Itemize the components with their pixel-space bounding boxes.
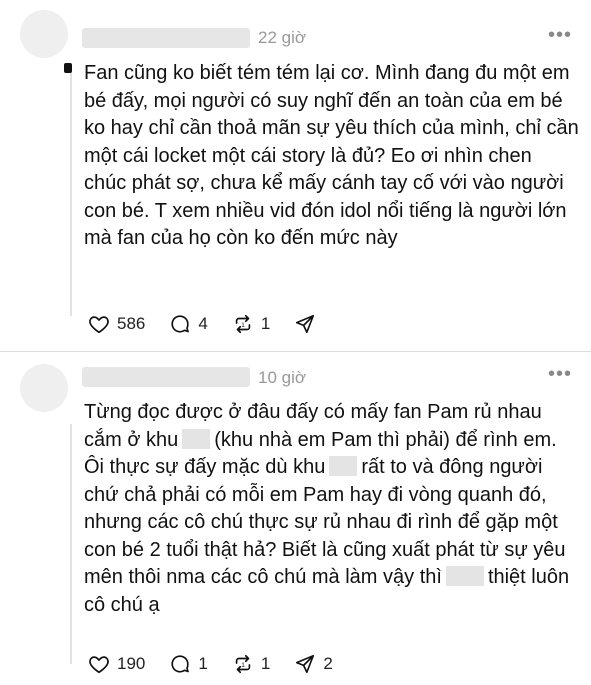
action-bar: 586 4 1 1	[88, 312, 347, 336]
repost-button[interactable]: 1 1	[232, 313, 270, 335]
svg-text:1: 1	[241, 322, 245, 329]
send-icon	[296, 654, 315, 674]
avatar[interactable]	[20, 10, 68, 58]
comment-text: Từng đọc được ở đâu đấy có mấy fan Pam r…	[84, 399, 579, 619]
repost-count: 1	[260, 654, 271, 673]
reply-button[interactable]: 4	[169, 313, 208, 335]
username-redacted[interactable]	[82, 367, 250, 387]
reply-count: 1	[198, 654, 208, 673]
action-bar: 190 1 1 1 2	[88, 652, 357, 676]
more-options-icon[interactable]: •••	[548, 24, 572, 47]
more-options-icon[interactable]: •••	[548, 363, 572, 386]
share-button[interactable]	[294, 313, 323, 335]
repost-button[interactable]: 1 1	[232, 653, 270, 675]
comment-1: 22 giờ ••• Fan cũng ko biết tém tém lại …	[0, 0, 591, 352]
avatar[interactable]	[20, 364, 68, 412]
redacted-word	[445, 566, 484, 586]
heart-icon	[89, 316, 109, 334]
svg-text:1: 1	[241, 662, 245, 669]
comment-text: Fan cũng ko biết tém tém lại cơ. Mình đa…	[84, 62, 579, 249]
comment-2: 10 giờ ••• Từng đọc được ở đâu đấy có mấ…	[0, 352, 591, 685]
share-count: 2	[323, 654, 333, 673]
repost-icon: 1	[235, 654, 251, 674]
speech-bubble-icon	[171, 655, 190, 673]
like-count: 190	[117, 654, 146, 673]
like-button[interactable]: 190	[88, 653, 145, 675]
heart-icon	[89, 656, 109, 674]
reply-button[interactable]: 1	[169, 653, 208, 675]
thread-line	[70, 66, 72, 316]
like-count: 586	[117, 314, 146, 333]
thread-line	[70, 424, 72, 664]
username-redacted[interactable]	[82, 28, 250, 48]
send-icon	[296, 314, 315, 334]
reply-count: 4	[198, 314, 208, 333]
repost-count: 1	[260, 314, 271, 333]
timestamp: 22 giờ	[258, 28, 307, 47]
speech-bubble-icon	[171, 315, 190, 333]
timestamp: 10 giờ	[258, 368, 307, 387]
like-button[interactable]: 586	[88, 313, 145, 335]
repost-icon: 1	[235, 314, 251, 334]
share-button[interactable]: 2	[294, 653, 333, 675]
redacted-location	[182, 428, 211, 449]
redacted-location	[329, 456, 358, 476]
thread-marker	[64, 63, 72, 73]
